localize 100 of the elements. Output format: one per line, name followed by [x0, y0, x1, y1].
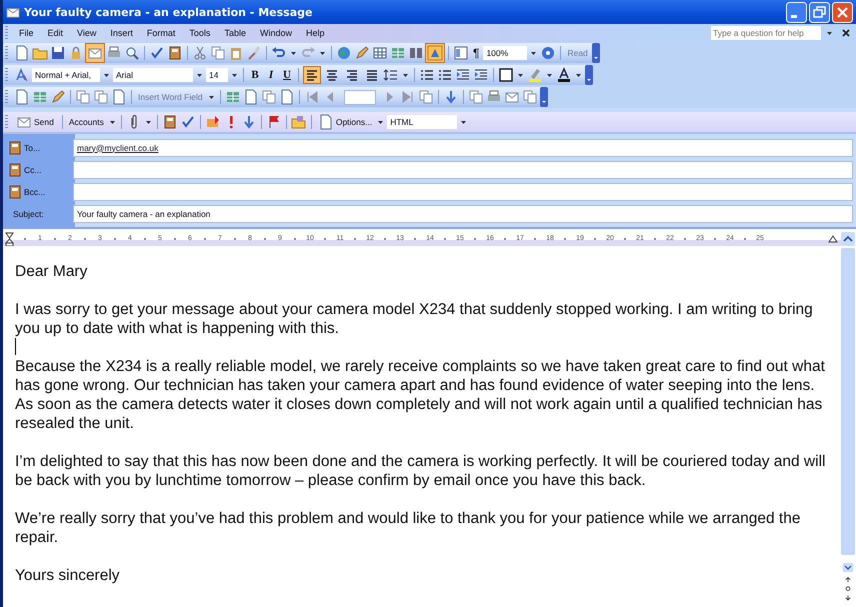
grid-icon[interactable] — [32, 89, 48, 105]
folder-open-icon[interactable] — [290, 114, 307, 130]
copy-icon[interactable] — [418, 89, 434, 105]
book-icon[interactable] — [162, 114, 178, 130]
caret-icon[interactable] — [232, 74, 237, 76]
underline-button[interactable]: U — [280, 69, 294, 81]
caret-icon[interactable] — [320, 52, 325, 54]
record-number-field[interactable] — [344, 90, 376, 104]
menu-item[interactable]: Window — [252, 28, 299, 38]
menu-item[interactable]: Help — [298, 28, 332, 38]
page-icon[interactable] — [111, 89, 127, 105]
caret-icon[interactable] — [547, 74, 552, 76]
page-icon[interactable] — [318, 114, 334, 130]
book-icon[interactable] — [7, 162, 23, 178]
close-icon[interactable] — [842, 29, 850, 37]
fontcolor-icon[interactable] — [556, 67, 572, 83]
menu-item[interactable]: View — [70, 28, 104, 38]
toolbar-options-icon[interactable] — [592, 43, 600, 63]
caret-icon[interactable] — [827, 32, 832, 34]
menu-item[interactable]: Insert — [103, 28, 140, 38]
book-icon[interactable] — [167, 45, 183, 61]
toolbar-options-icon[interactable] — [585, 65, 593, 85]
menu-item[interactable]: Format — [140, 28, 182, 38]
subject-field[interactable]: Your faulty camera - an explanation — [73, 204, 853, 222]
italic-button[interactable]: I — [264, 69, 278, 81]
line-spacing-icon[interactable] — [383, 67, 399, 83]
zoom-dropdown[interactable]: 100% — [483, 46, 528, 60]
window-title: Your faulty camera - an explanation - Message — [24, 6, 312, 18]
align-button[interactable] — [303, 66, 321, 84]
font-dropdown[interactable]: Arial — [113, 68, 193, 82]
grid-icon[interactable] — [224, 89, 241, 105]
columns-icon[interactable] — [408, 45, 424, 61]
address-button[interactable]: To... — [7, 140, 73, 156]
right-indent-marker-icon[interactable] — [828, 234, 838, 242]
grid-icon[interactable] — [390, 45, 406, 61]
magnifier-icon[interactable] — [124, 45, 140, 61]
clipboard-icon[interactable] — [228, 45, 244, 61]
message-format-dropdown[interactable]: HTML — [387, 115, 458, 129]
minimize-button[interactable] — [786, 2, 807, 22]
caret-icon[interactable] — [146, 120, 151, 124]
toolbar-options-icon[interactable] — [540, 87, 548, 107]
address-field[interactable] — [73, 182, 853, 200]
scissors-icon[interactable] — [192, 45, 208, 61]
pencil-icon[interactable] — [50, 89, 66, 105]
address-button[interactable]: Cc... — [7, 162, 73, 178]
font-size-dropdown[interactable]: 14 — [206, 68, 228, 82]
help-icon[interactable] — [540, 45, 556, 61]
show-formatting-button[interactable]: ¶ — [471, 46, 482, 60]
address-field[interactable] — [73, 160, 853, 178]
caret-icon[interactable] — [518, 74, 523, 76]
book-icon[interactable] — [7, 184, 23, 200]
caret-icon[interactable] — [197, 74, 202, 76]
help-search-field[interactable]: Type a question for help — [711, 26, 821, 40]
caret-icon[interactable] — [208, 96, 214, 98]
caret-icon[interactable] — [531, 52, 536, 54]
check-icon[interactable] — [180, 114, 196, 130]
page-icon[interactable] — [278, 89, 295, 105]
scrollbar-thumb[interactable] — [841, 248, 855, 555]
style-dropdown[interactable]: Normal + Arial, — [32, 68, 100, 82]
caret-icon[interactable] — [403, 74, 408, 76]
caret-icon[interactable] — [291, 52, 296, 54]
table-icon[interactable] — [372, 45, 388, 61]
border-icon[interactable] — [498, 67, 514, 83]
styles-icon[interactable] — [14, 67, 30, 83]
page-icon[interactable] — [242, 89, 259, 105]
options-button[interactable]: Options... — [316, 114, 374, 130]
page-icon[interactable] — [14, 45, 30, 61]
bold-button[interactable]: B — [248, 69, 262, 81]
browse-object-buttons-icon[interactable] — [844, 576, 852, 601]
indent-marker-icon[interactable] — [5, 232, 14, 246]
globe-icon[interactable] — [336, 45, 352, 61]
scroll-down-button[interactable] — [841, 562, 855, 572]
copy-icon[interactable] — [210, 45, 226, 61]
menu-item[interactable]: Edit — [40, 28, 70, 38]
address-field[interactable]: mary@myclient.co.uk — [73, 138, 853, 156]
accounts-button[interactable]: Accounts — [66, 117, 106, 127]
copy-icon[interactable] — [468, 89, 484, 105]
caret-icon[interactable] — [576, 74, 581, 76]
scroll-up-button[interactable] — [841, 232, 855, 246]
copy-icon[interactable] — [260, 89, 277, 105]
caret-icon[interactable] — [378, 120, 384, 124]
caret-icon[interactable] — [104, 74, 109, 76]
menu-item[interactable]: File — [12, 28, 41, 38]
copy-icon[interactable] — [522, 89, 538, 105]
address-button[interactable]: Bcc... — [7, 184, 73, 200]
check-icon[interactable] — [149, 45, 165, 61]
send-button[interactable]: Send — [14, 114, 56, 130]
caret-icon[interactable] — [110, 120, 115, 124]
close-button[interactable] — [832, 2, 853, 22]
book-icon[interactable] — [7, 140, 23, 156]
menu-item[interactable]: Table — [217, 28, 253, 38]
pencil-icon[interactable] — [354, 45, 370, 61]
restore-button[interactable] — [809, 2, 830, 22]
copy-icon[interactable] — [75, 89, 91, 105]
copy-icon[interactable] — [93, 89, 109, 105]
caret-icon[interactable] — [461, 120, 466, 124]
menu-item[interactable]: Tools — [182, 28, 218, 38]
page-icon[interactable] — [14, 89, 30, 105]
brush-icon[interactable] — [246, 45, 262, 61]
map-icon[interactable] — [453, 45, 469, 61]
